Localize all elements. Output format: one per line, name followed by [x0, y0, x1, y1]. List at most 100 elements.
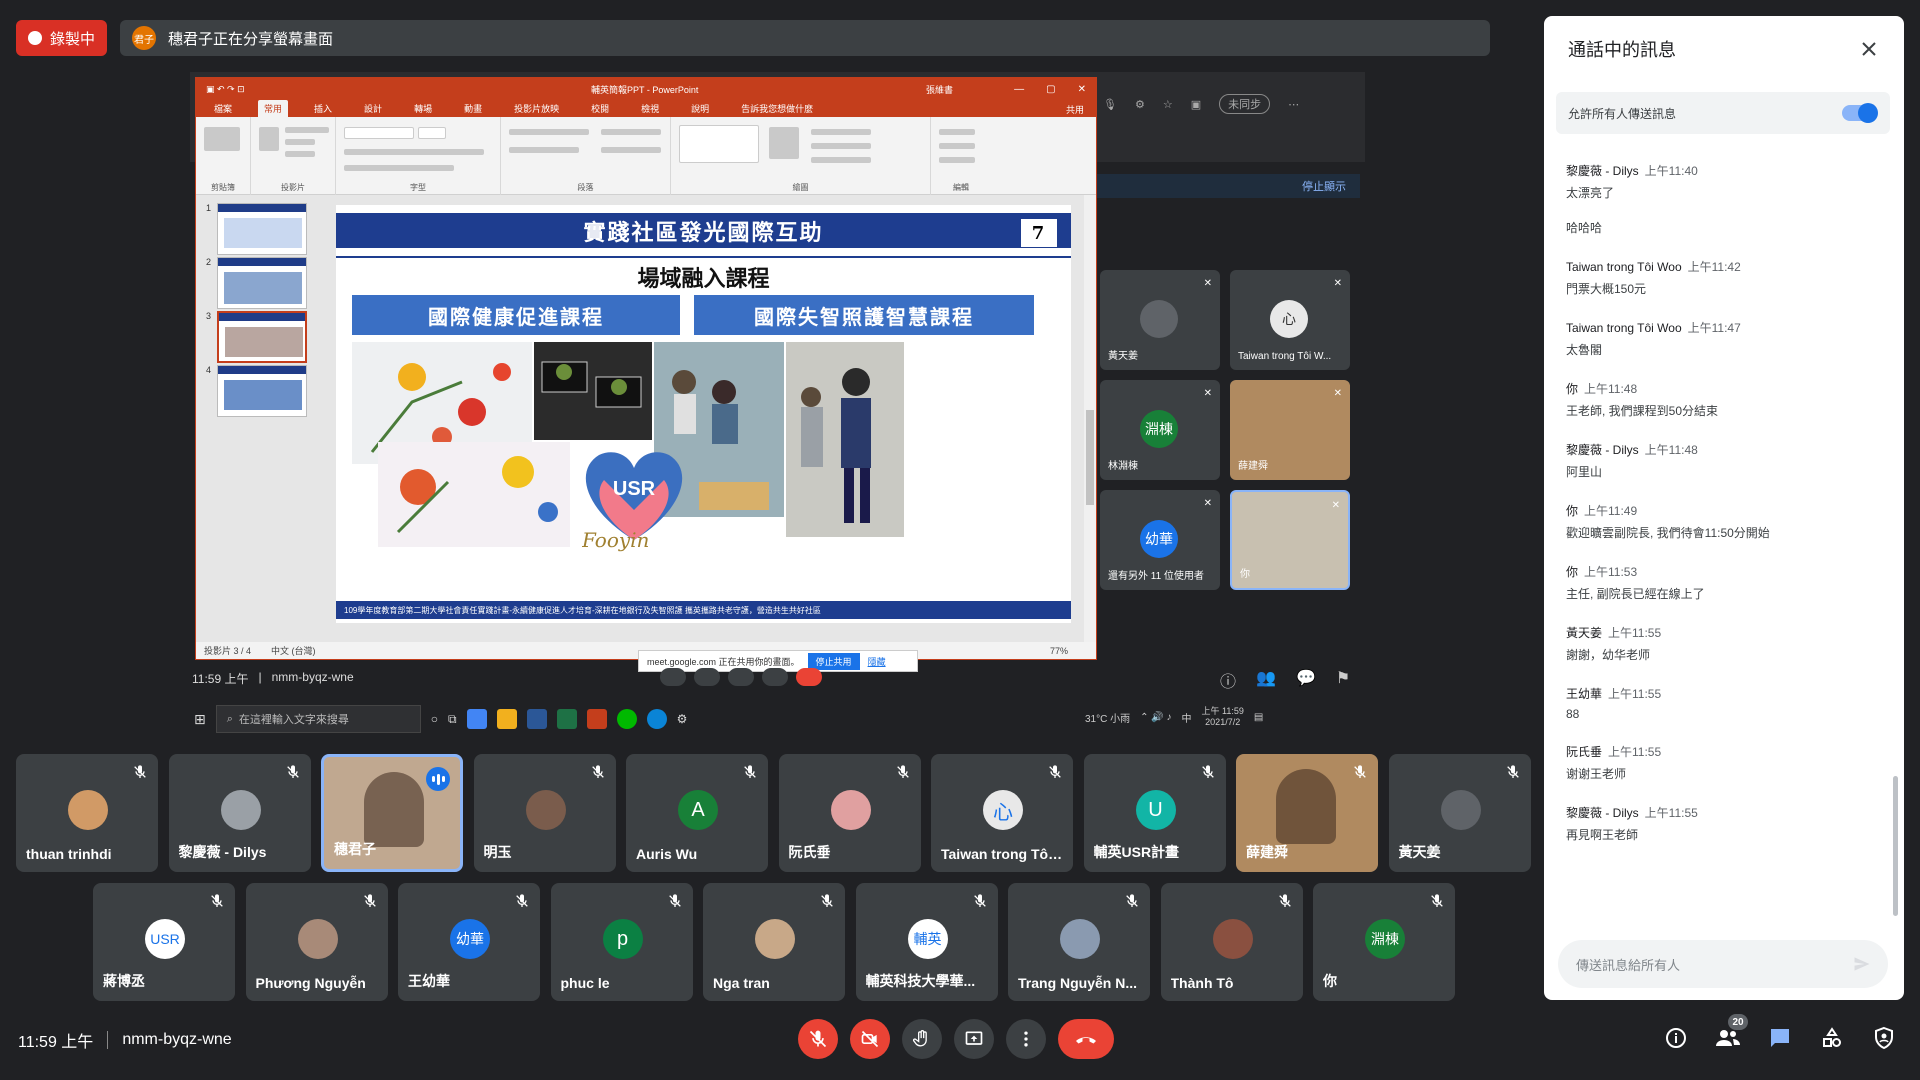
- more-icon: ⋯: [1288, 98, 1300, 111]
- chat-scrollbar[interactable]: [1893, 776, 1898, 916]
- window-controls: — ▢ ✕: [1014, 83, 1086, 95]
- participant-tile[interactable]: thuan trinhdi: [16, 754, 158, 872]
- avatar: 心: [1270, 300, 1308, 338]
- camera-toggle-button[interactable]: [850, 1019, 890, 1059]
- close-chat-button[interactable]: [1858, 38, 1880, 60]
- meeting-side-icons: 20: [1662, 1014, 1898, 1052]
- participant-tile[interactable]: A Auris Wu: [626, 754, 768, 872]
- participant-tile[interactable]: p phuc le: [550, 883, 693, 1001]
- participant-tile[interactable]: U 輔英USR計畫: [1083, 754, 1226, 872]
- message-text: 歡迎曠雲副院長, 我們待會11:50分開始: [1566, 526, 1770, 540]
- hand-icon: [912, 1030, 927, 1047]
- chat-button[interactable]: [1766, 1024, 1794, 1052]
- ppt-scrollbar: [1084, 195, 1096, 642]
- chat-message: 黃天姜 上午11:55 謝謝，幼华老师: [1566, 624, 1866, 663]
- powerpoint-window: ▣ ↶ ↷ ⊡ 輔英簡報PPT - PowerPoint 張維書 — ▢ ✕ 檔案 常…: [195, 77, 1097, 660]
- slide-count: 投影片 3 / 4: [204, 646, 252, 656]
- participant-name: 黎慶薇 - Dilys: [178, 844, 267, 860]
- chat-input[interactable]: 傳送訊息給所有人: [1558, 940, 1888, 988]
- mic-off-icon: [363, 894, 376, 907]
- meeting-details-button[interactable]: [1662, 1024, 1690, 1052]
- ppt-share: 共用: [1065, 105, 1084, 115]
- message-text: 太漂亮了: [1566, 186, 1615, 200]
- mic-off-icon: [668, 894, 681, 907]
- activities-icon: [1823, 1027, 1841, 1047]
- participants-button[interactable]: 20: [1714, 1014, 1748, 1052]
- avatar: [1140, 300, 1178, 338]
- slide-number: 7: [1021, 219, 1057, 247]
- participant-tile[interactable]: 穗君子: [321, 754, 463, 872]
- participant-tile[interactable]: Phương Nguyễn: [245, 883, 388, 1001]
- message-sender: Taiwan trong Tôi Woo: [1566, 321, 1682, 335]
- participant-tile[interactable]: 明玉: [473, 754, 616, 872]
- present-button[interactable]: [954, 1019, 994, 1059]
- participant-name: Trang Nguyễn N...: [1018, 975, 1138, 991]
- mic-off-icon: [516, 894, 528, 907]
- participant-name: 黃天姜: [1398, 844, 1441, 860]
- avatar: p: [602, 919, 643, 959]
- mic-off-icon: ✕: [1331, 500, 1340, 511]
- mic-off-icon: [134, 765, 146, 778]
- host-controls-button[interactable]: [1870, 1024, 1898, 1052]
- leave-call-button[interactable]: [1058, 1019, 1114, 1059]
- participant-tile[interactable]: USR 蔣博丞: [93, 883, 235, 1001]
- avatar: [1060, 919, 1100, 959]
- participant-tile[interactable]: 黃天姜: [1388, 754, 1531, 872]
- ppt-tab: 設計: [364, 104, 383, 114]
- ppt-tab: 檢視: [641, 104, 660, 114]
- message-sender: 黎慶薇 - Dilys: [1566, 443, 1639, 457]
- chat-message: 黎慶薇 - Dilys 上午11:55 再見啊王老師: [1566, 804, 1866, 843]
- close-icon: [1862, 42, 1876, 56]
- activities-button[interactable]: [1818, 1024, 1846, 1052]
- mic-off-icon: [1506, 765, 1519, 778]
- participant-tile[interactable]: Thành Tô: [1160, 883, 1303, 1001]
- allow-messages-setting: 允許所有人傳送訊息: [1556, 92, 1890, 134]
- inner-participant-tile: 心 ✕ Taiwan trong Tôi W...: [1230, 270, 1350, 370]
- mic-toggle-button[interactable]: [798, 1019, 838, 1059]
- ppt-tab: 動畫: [464, 104, 483, 114]
- participant-tile[interactable]: 輔英 輔英科技大學華...: [855, 883, 998, 1001]
- allow-messages-label: 允許所有人傳送訊息: [1568, 106, 1677, 121]
- edge-icon: [646, 709, 667, 729]
- participant-tile[interactable]: 心 Taiwan trong Tôi...: [931, 754, 1073, 872]
- participant-name: Nga tran: [713, 975, 770, 991]
- participant-name: Thành Tô: [1170, 975, 1234, 991]
- message-time: 上午11:40: [1644, 164, 1698, 178]
- video-feed: [1276, 769, 1336, 844]
- recording-indicator[interactable]: 錄製中: [16, 20, 108, 56]
- message-text: 哈哈哈: [1566, 221, 1603, 235]
- collections-icon: ▣: [1190, 98, 1202, 111]
- chat-message: 黎慶薇 - Dilys 上午11:48 阿里山: [1566, 441, 1866, 480]
- raise-hand-button[interactable]: [902, 1019, 942, 1059]
- message-sender: 阮氏垂: [1566, 745, 1603, 759]
- participant-name: 林淵棟: [1108, 461, 1138, 472]
- avatar: 心: [983, 790, 1023, 830]
- participant-tile[interactable]: 黎慶薇 - Dilys: [168, 754, 311, 872]
- message-sender: 黎慶薇 - Dilys: [1566, 806, 1639, 820]
- participant-tile[interactable]: 薛建舜: [1236, 754, 1378, 872]
- system-tray: 31°C 小雨 ⌃ 🔊 ♪ 中 上午 11:59 2021/7/2 ▤: [1085, 706, 1263, 728]
- message-text: 阿里山: [1566, 465, 1603, 479]
- chat-message: 你上午11:48 王老師, 我們課程到50分結束: [1566, 380, 1866, 419]
- mic-off-icon: [821, 894, 833, 907]
- mic-off-icon: ✕: [1333, 278, 1342, 289]
- participant-name: 薛建舜: [1246, 844, 1288, 860]
- allow-messages-toggle[interactable]: [1842, 103, 1878, 123]
- inner-participant-tile: ✕ 薛建舜: [1230, 380, 1350, 480]
- participant-tile[interactable]: Trang Nguyễn N...: [1008, 883, 1150, 1001]
- ppt-tab: 校閱: [591, 104, 610, 114]
- inner-stop-presenting: 停止顯示: [1090, 174, 1360, 198]
- participant-tile[interactable]: 幼華 王幼華: [398, 883, 540, 1001]
- participant-tile[interactable]: Nga tran: [703, 883, 845, 1001]
- participant-tile[interactable]: 阮氏垂: [778, 754, 921, 872]
- participant-tile[interactable]: 淵棟你: [1313, 883, 1455, 1001]
- mic-off-icon: ✕: [1203, 498, 1212, 509]
- more-options-button[interactable]: [1006, 1019, 1046, 1059]
- speaking-indicator-icon: [426, 767, 450, 791]
- slide-footer: 109學年度教育部第二期大學社會責任實踐計畫-永續健康促進人才培育-深耕在地銀行…: [336, 601, 1071, 619]
- message-text: 王老師, 我們課程到50分結束: [1566, 404, 1719, 418]
- ppt-title: 輔英簡報PPT - PowerPoint: [591, 84, 699, 95]
- participant-count-badge: 20: [1728, 1014, 1748, 1030]
- windows-start-icon: ⊞: [194, 710, 206, 727]
- mic-icon: 🎙: [1103, 98, 1117, 111]
